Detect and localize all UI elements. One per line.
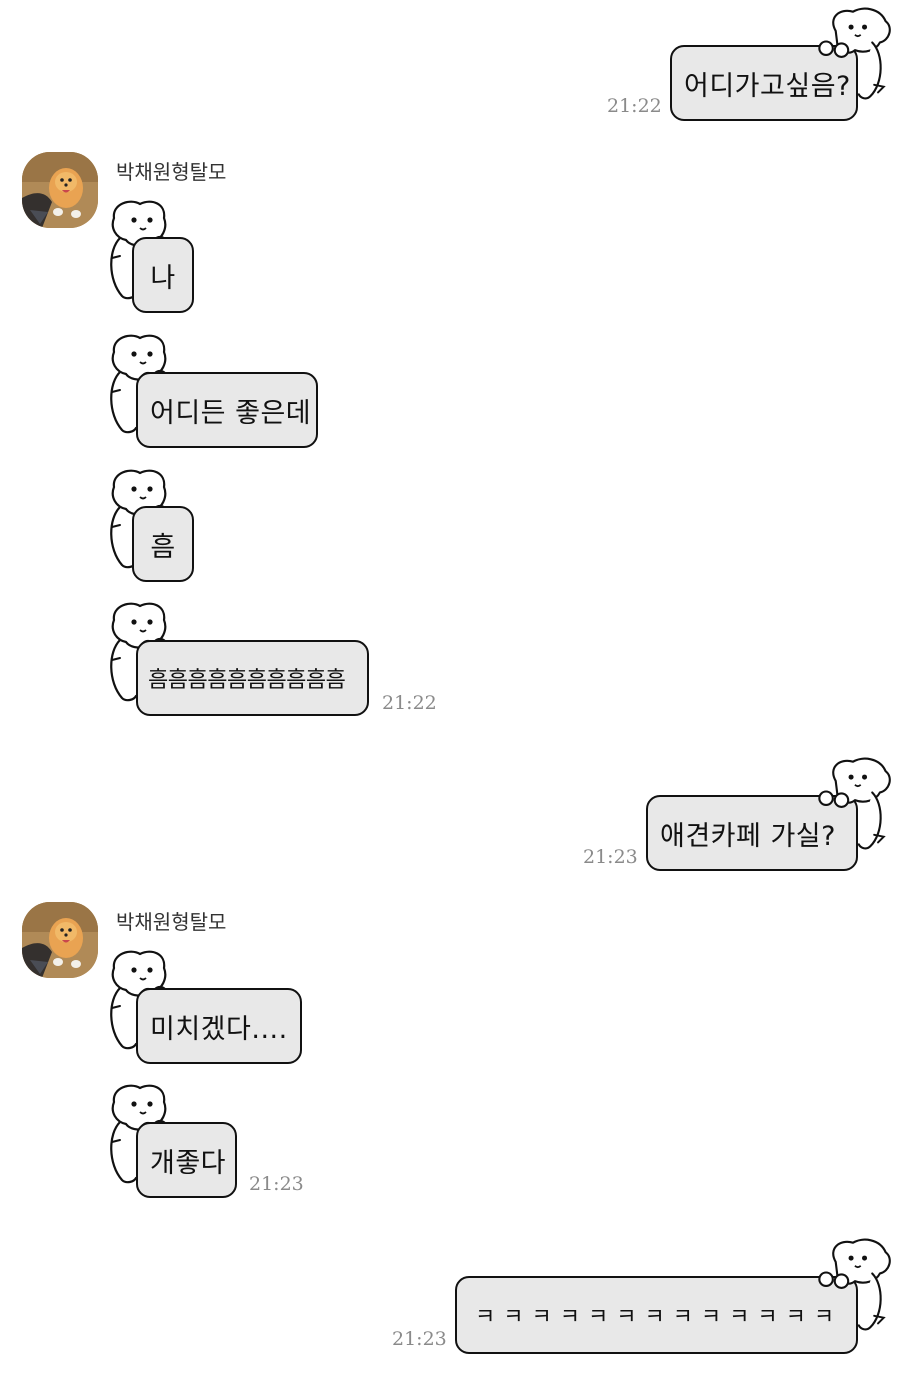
incoming-message-bubble[interactable]: 미치겠다.... [136,988,302,1064]
outgoing-message-bubble[interactable]: ㅋㅋㅋㅋㅋㅋㅋㅋㅋㅋㅋㅋㅋ [455,1276,858,1354]
incoming-message-bubble[interactable]: 흠흠흠흠흠흠흠흠흠흠 [136,640,369,716]
incoming-message-bubble[interactable]: 개좋다 [136,1122,237,1198]
pomeranian-avatar-icon [22,152,98,228]
message-time: 21:22 [607,95,662,117]
puppy-sticker-icon [818,1238,891,1331]
puppy-sticker-icon [818,7,891,100]
chat-transcript: 21:22 어디가고싶음? 박채원형탈모 나 어디든 좋은데 흠 흠흠흠흠흠흠흠… [0,0,900,1384]
incoming-message-bubble[interactable]: 어디든 좋은데 [136,372,318,448]
contact-name: 박채원형탈모 [116,910,227,934]
pomeranian-avatar-icon [22,902,98,978]
message-time: 21:23 [583,846,638,868]
incoming-message-bubble[interactable]: 나 [132,237,194,313]
message-time: 21:23 [392,1328,447,1350]
puppy-sticker-icon [818,757,891,850]
contact-name: 박채원형탈모 [116,160,227,184]
avatar[interactable] [22,902,98,978]
message-time: 21:22 [382,692,437,714]
message-time: 21:23 [249,1173,304,1195]
avatar[interactable] [22,152,98,228]
incoming-message-bubble[interactable]: 흠 [132,506,194,582]
